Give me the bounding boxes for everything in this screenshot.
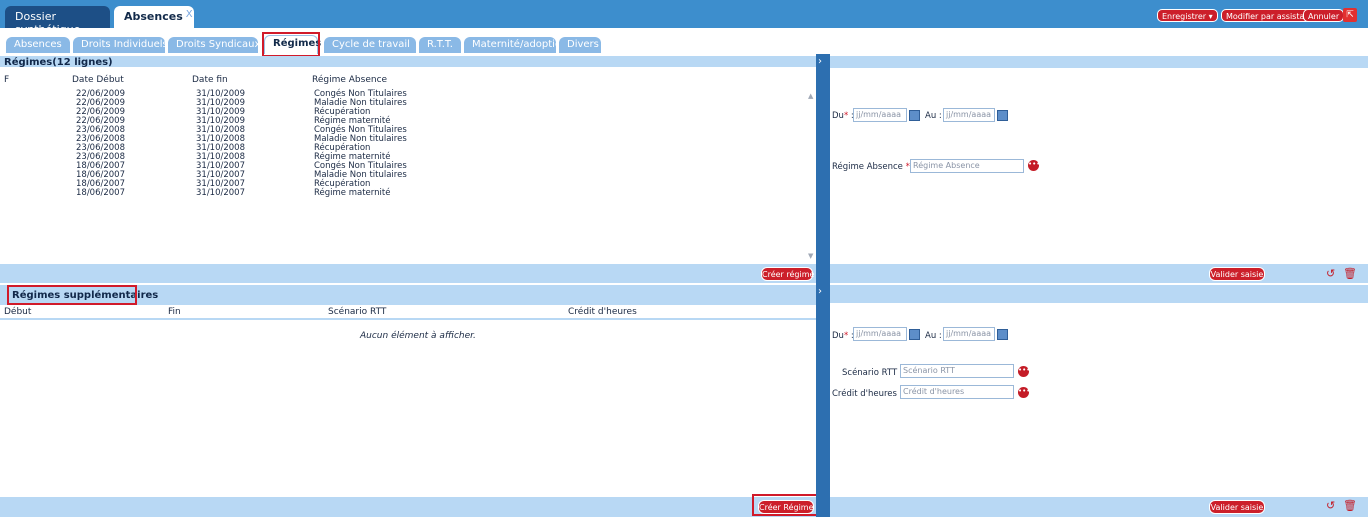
table-row[interactable]: 18/06/2007 31/10/2007 Régime maternité: [4, 189, 810, 198]
panel-divider[interactable]: › ›: [816, 54, 830, 517]
undo-icon[interactable]: ↺: [1326, 267, 1335, 280]
top-header: Dossier synthétique AbsencesX Enregistre…: [0, 0, 1368, 36]
col-debut[interactable]: Début: [4, 307, 31, 317]
cancel-button[interactable]: Annuler: [1303, 9, 1345, 22]
tab-label: Absences: [124, 10, 183, 23]
du-input-2[interactable]: jj/mm/aaaa: [853, 327, 907, 341]
du-input[interactable]: jj/mm/aaaa: [853, 108, 907, 122]
form-bottom-header: [830, 285, 1368, 303]
cell-date-fin: 31/10/2007: [196, 188, 245, 198]
col-credit-heures[interactable]: Crédit d'heures: [568, 307, 637, 317]
save-button[interactable]: Enregistrer ▾: [1157, 9, 1218, 22]
tab-divers[interactable]: Divers: [559, 37, 601, 53]
validate-button-2[interactable]: Valider saisie: [1209, 500, 1265, 514]
scenario-rtt-label: Scénario RTT :: [842, 368, 903, 378]
supp-header-line: [0, 318, 816, 320]
regime-absence-label: Régime Absence * :: [832, 162, 915, 172]
supp-footer: [0, 497, 816, 517]
dropdown-icon: ▾: [1208, 12, 1213, 21]
calendar-icon[interactable]: [909, 110, 920, 121]
cell-date-debut: 18/06/2007: [76, 188, 125, 198]
tab-rtt[interactable]: R.T.T.: [419, 37, 461, 53]
col-scenario-rtt[interactable]: Scénario RTT: [328, 307, 386, 317]
regimes-title: Régimes(12 lignes): [4, 57, 113, 68]
au-label: Au :: [925, 111, 942, 121]
form-top-footer: [830, 264, 1368, 283]
tab-maternite-adoption[interactable]: Maternité/adoption: [464, 37, 567, 53]
credit-heures-input[interactable]: Crédit d'heures: [900, 385, 1014, 399]
scroll-down-icon[interactable]: ▼: [808, 252, 813, 260]
empty-message: Aucun élément à afficher.: [360, 331, 476, 341]
regimes-header-bar: [0, 56, 816, 67]
trash-icon[interactable]: 🗑: [1343, 499, 1357, 512]
scroll-up-icon[interactable]: ▲: [808, 92, 813, 100]
au-input-2[interactable]: jj/mm/aaaa: [943, 327, 995, 341]
du-label: Du* :: [832, 111, 854, 121]
exit-icon[interactable]: ⇱: [1343, 8, 1357, 22]
du-label-2: Du* :: [832, 331, 854, 341]
create-regime-button[interactable]: Créer régime: [761, 267, 814, 281]
tab-regimes[interactable]: Régimes: [264, 35, 321, 54]
scenario-rtt-input[interactable]: Scénario RTT: [900, 364, 1014, 378]
tab-absences-sub[interactable]: Absences: [6, 37, 70, 53]
close-icon[interactable]: X: [186, 9, 193, 20]
tab-droits-individuels[interactable]: Droits Individuels: [73, 37, 168, 53]
cell-regime: Régime maternité: [314, 188, 391, 198]
calendar-icon[interactable]: [997, 110, 1008, 121]
col-date-fin[interactable]: Date fin: [192, 75, 228, 85]
trash-icon[interactable]: 🗑: [1343, 267, 1357, 280]
supp-title: Régimes supplémentaires: [12, 290, 159, 301]
tab-dossier-synthetique[interactable]: Dossier synthétique: [5, 6, 110, 36]
au-label-2: Au :: [925, 331, 942, 341]
collapse-arrow-icon[interactable]: ›: [818, 56, 822, 67]
tab-cycle-de-travail[interactable]: Cycle de travail: [324, 37, 416, 53]
au-input[interactable]: jj/mm/aaaa: [943, 108, 995, 122]
undo-icon[interactable]: ↺: [1326, 499, 1335, 512]
col-date-debut[interactable]: Date Début: [72, 75, 124, 85]
sub-tab-bar: Absences Droits Individuels Droits Syndi…: [0, 28, 1368, 54]
validate-button[interactable]: Valider saisie: [1209, 267, 1265, 281]
save-label: Enregistrer: [1162, 12, 1207, 21]
col-fin[interactable]: Fin: [168, 307, 181, 317]
more-icon[interactable]: •••: [1018, 387, 1030, 398]
credit-heures-label: Crédit d'heures :: [832, 389, 903, 399]
create-regime-supp-button[interactable]: Créer Régime: [758, 500, 814, 514]
more-icon[interactable]: •••: [1018, 366, 1030, 377]
collapse-arrow-icon[interactable]: ›: [818, 286, 822, 297]
calendar-icon[interactable]: [909, 329, 920, 340]
col-regime-absence[interactable]: Régime Absence: [312, 75, 387, 85]
tab-droits-syndicaux[interactable]: Droits Syndicaux: [168, 37, 260, 53]
scrollbar[interactable]: ▲ ▼: [808, 90, 816, 262]
form-top-header: [830, 56, 1368, 68]
calendar-icon[interactable]: [997, 329, 1008, 340]
more-icon[interactable]: •••: [1028, 160, 1040, 171]
tab-absences[interactable]: Absences X: [114, 6, 194, 28]
regimes-footer: [0, 264, 816, 283]
col-f[interactable]: F: [4, 75, 9, 85]
regime-absence-input[interactable]: Régime Absence: [910, 159, 1024, 173]
form-bottom-footer: [830, 497, 1368, 517]
